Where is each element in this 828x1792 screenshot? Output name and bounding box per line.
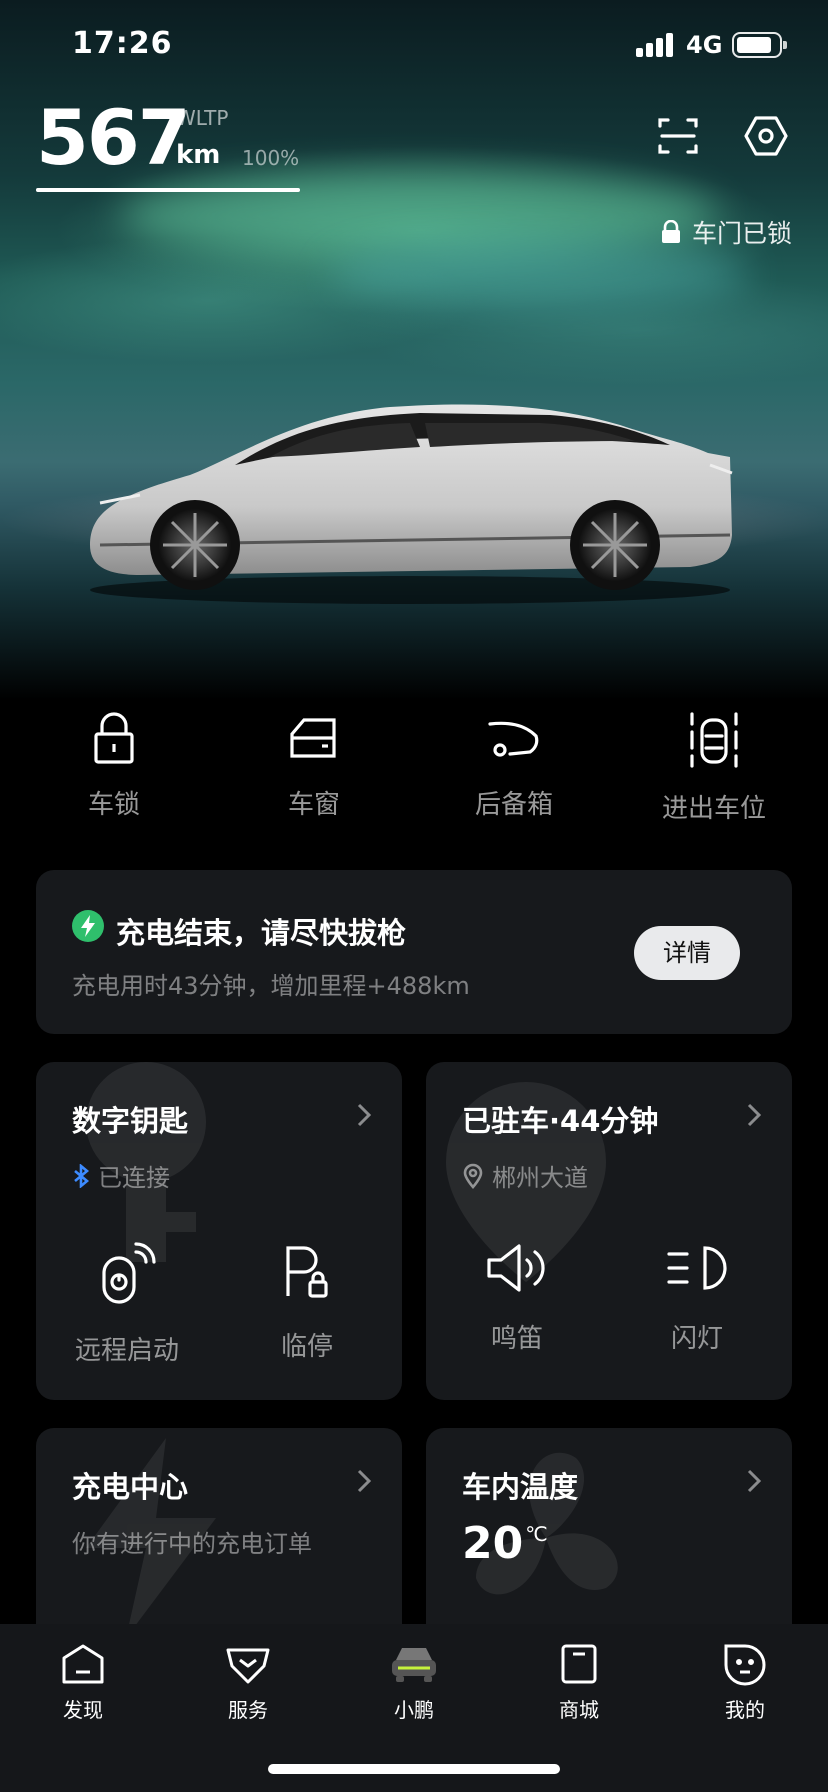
service-icon [226,1648,270,1684]
quick-action-parking[interactable]: 进出车位 [639,710,789,825]
padlock-icon [661,220,680,243]
profile-icon [724,1644,766,1686]
cabin-temperature-card[interactable]: 车内温度 20 ℃ [426,1428,792,1648]
quick-action-label: 车锁 [87,790,140,820]
location-label: 郴州大道 [492,1164,588,1192]
charging-order-text: 你有进行中的充电订单 [72,1530,312,1558]
home-indicator [268,1764,560,1774]
bluetooth-icon [74,1163,90,1188]
charge-complete-card[interactable]: 充电结束，请尽快拔枪 充电用时43分钟，增加里程+488km 详情 [36,870,792,1034]
aurora-decoration [330,240,750,310]
scan-icon[interactable] [654,112,702,160]
parking-icon [690,712,738,768]
nav-xpeng[interactable]: 小鹏 [364,1642,464,1723]
nav-label: 服务 [228,1698,268,1722]
parking-status-card[interactable]: 已驻车·44分钟 郴州大道 鸣笛 闪灯 [426,1062,792,1400]
details-button[interactable]: 详情 [634,926,740,980]
temp-parking-icon [286,1246,328,1298]
window-icon [290,718,336,758]
car-icon [392,1648,436,1682]
digital-key-card[interactable]: 数字钥匙 已连接 远程启动 临停 [36,1062,402,1400]
quick-action-trunk[interactable]: 后备箱 [439,710,589,821]
chevron-right-icon [747,1103,762,1127]
digital-key-title: 数字钥匙 [72,1104,189,1138]
charging-center-subtitle: 你有进行中的充电订单 [72,1524,312,1559]
charging-center-title: 充电中心 [72,1470,189,1504]
temp-parking-button[interactable]: 临停 [232,1242,382,1363]
lock-icon [94,712,134,764]
parking-title: 已驻车·44分钟 [462,1104,659,1138]
network-type: 4G [686,31,723,59]
car-image [90,404,733,604]
status-bar: 17:26 4G [0,0,828,90]
door-lock-label: 车门已锁 [691,219,792,248]
chevron-right-icon [357,1103,372,1127]
nav-discover[interactable]: 发现 [33,1642,133,1723]
chevron-right-icon [747,1469,762,1493]
charge-subtitle: 充电用时43分钟，增加里程+488km [72,972,470,1000]
quick-action-lock[interactable]: 车锁 [39,710,189,821]
nav-shop[interactable]: 商城 [529,1642,629,1723]
chevron-right-icon [357,1469,372,1493]
charging-center-card[interactable]: 充电中心 你有进行中的充电订单 [36,1428,402,1648]
nav-label: 发现 [63,1698,103,1722]
horn-icon [487,1244,545,1292]
parking-location: 郴州大道 [462,1158,588,1193]
remote-start-button[interactable]: 远程启动 [52,1242,202,1367]
nav-label: 小鹏 [394,1698,434,1722]
nav-profile[interactable]: 我的 [695,1642,795,1723]
charge-title: 充电结束，请尽快拔枪 [116,916,407,950]
action-label: 闪灯 [670,1324,723,1354]
battery-level-fill [36,188,300,192]
range-standard: WLTP [176,106,229,130]
range-unit: km [176,140,221,170]
temp-unit: ℃ [525,1522,548,1546]
quick-actions: 车锁 车窗 后备箱 进出车位 [0,710,828,830]
remote-start-icon [102,1242,156,1304]
shop-icon [561,1644,597,1684]
digital-key-status: 已连接 [72,1158,170,1193]
flash-lights-button[interactable]: 闪灯 [622,1242,772,1355]
cabin-temp-title: 车内温度 [462,1470,579,1504]
trunk-icon [488,721,539,757]
settings-icon[interactable] [742,112,790,160]
location-pin-icon [463,1163,483,1189]
battery-icon [732,32,787,58]
action-label: 鸣笛 [490,1324,543,1354]
quick-action-label: 进出车位 [661,794,766,824]
door-lock-status: 车门已锁 [660,214,792,250]
temp-number: 20 [462,1518,524,1569]
horn-button[interactable]: 鸣笛 [442,1242,592,1355]
nav-service[interactable]: 服务 [198,1642,298,1723]
range-value: 567 [36,93,191,182]
action-label: 临停 [280,1332,333,1362]
quick-action-label: 后备箱 [474,790,553,820]
charge-bolt-icon [72,910,104,942]
cabin-temp-value: 20 ℃ [462,1518,548,1569]
action-label: 远程启动 [74,1336,179,1366]
status-time: 17:26 [72,26,173,61]
quick-action-window[interactable]: 车窗 [239,710,389,821]
signal-icon [636,33,674,57]
headlight-icon [667,1246,727,1290]
nav-label: 商城 [559,1698,599,1722]
quick-action-label: 车窗 [287,790,340,820]
range-display[interactable]: 567 WLTP km 100% [36,96,300,196]
battery-level-bar [36,188,300,192]
hero-section: 17:26 4G 567 WLTP km 100% 车门已锁 [0,0,828,700]
battery-percent: 100% [242,146,300,170]
connection-status: 已连接 [98,1164,170,1192]
discover-icon [62,1644,104,1684]
nav-label: 我的 [725,1698,765,1722]
